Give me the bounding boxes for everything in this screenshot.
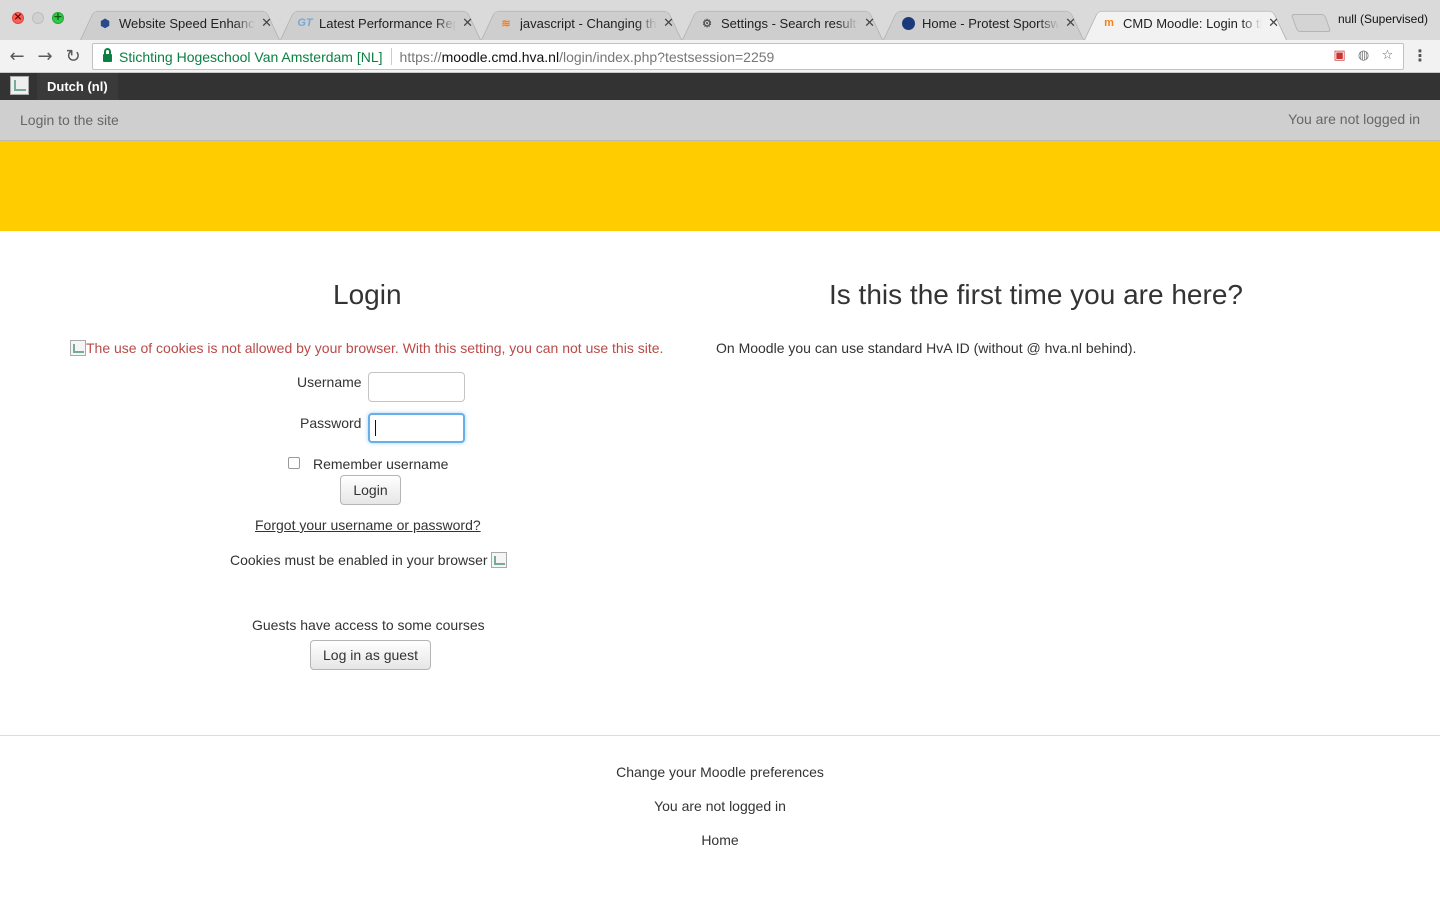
remember-username-label[interactable]: Remember username [313,456,448,472]
close-tab-icon[interactable]: ✕ [663,16,674,31]
profile-label[interactable]: null (Supervised) [1338,12,1428,26]
protest-icon [901,16,915,30]
browser-menu-icon[interactable]: ⋮ [1412,46,1428,65]
moodle-icon: m [1104,17,1114,29]
bookmark-star-icon[interactable]: ☆ [1380,48,1395,63]
first-time-title: Is this the first time you are here? [829,279,1243,310]
forward-arrow-icon[interactable]: → [34,45,56,67]
browser-tab[interactable]: ≋ javascript - Changing the ✕ [481,6,682,40]
close-tab-icon[interactable]: ✕ [1268,16,1279,31]
browser-tab[interactable]: GT Latest Performance Report ✕ [280,6,481,40]
guest-note: Guests have access to some courses [252,617,485,633]
url-host: moodle.cmd.hva.nl [441,48,560,65]
forgot-password-link[interactable]: Forgot your username or password? [255,517,481,533]
login-title: Login [333,279,402,310]
language-menu[interactable]: Dutch (nl) [37,73,118,100]
close-tab-icon[interactable]: ✕ [1065,16,1076,31]
address-bar[interactable]: Stichting Hogeschool Van Amsterdam [NL] … [92,43,1404,70]
footer-login-status: You are not logged in [654,798,786,814]
browser-tab-strip: × + ⬢ Website Speed Enhancement ✕ GT Lat… [0,0,1440,40]
site-logo-image[interactable] [10,76,29,95]
text-caret [375,420,376,436]
site-navbar: Dutch (nl) [0,73,1440,100]
breadcrumb: Login to the site [20,112,119,128]
username-label: Username [297,374,362,390]
reload-icon[interactable]: ↻ [62,45,84,67]
username-input[interactable] [368,372,465,402]
page-header: Login to the site You are not logged in [0,100,1440,141]
cookies-note: Cookies must be enabled in your browser [230,552,507,568]
browser-tab[interactable]: Home - Protest Sportswear ✕ [883,6,1084,40]
home-link[interactable]: Home [0,832,1440,848]
cube-icon: ⬢ [100,17,110,30]
close-tab-icon[interactable]: ✕ [864,16,875,31]
password-label: Password [300,415,362,431]
minimize-window-button[interactable] [32,12,44,24]
ev-certificate-label[interactable]: Stichting Hogeschool Van Amsterdam [NL] [119,49,383,65]
remember-username-checkbox[interactable] [288,457,300,469]
password-input[interactable] [368,413,465,443]
browser-tab[interactable]: ⚙ Settings - Search results ✕ [682,6,883,40]
divider [390,48,392,65]
cookies-note-text: Cookies must be enabled in your browser [230,552,488,568]
page-footer: Change your Moodle preferences You are n… [0,735,1440,900]
close-tab-icon[interactable]: ✕ [462,16,473,31]
browser-tab[interactable]: ⬢ Website Speed Enhancement ✕ [80,6,280,40]
url-scheme: https:// [399,48,442,65]
lock-icon [103,48,112,62]
blocked-cookies-icon[interactable]: ◍ [1356,48,1371,63]
new-tab-button[interactable] [1290,14,1332,32]
cookie-warning: The use of cookies is not allowed by you… [70,340,663,356]
fullscreen-window-button[interactable]: + [52,10,64,24]
login-button[interactable]: Login [340,475,401,505]
login-status: You are not logged in [1288,111,1420,127]
stackoverflow-icon: ≋ [501,17,511,30]
browser-tab-active[interactable]: m CMD Moodle: Login to the site ✕ [1084,6,1287,40]
browser-toolbar: ← → ↻ Stichting Hogeschool Van Amsterdam… [0,40,1440,73]
gear-icon: ⚙ [702,17,712,30]
gt-icon: GT [297,17,313,29]
help-icon[interactable] [490,552,507,568]
cookie-warning-text: The use of cookies is not allowed by you… [86,340,664,356]
header-banner [0,141,1440,231]
first-time-text: On Moodle you can use standard HvA ID (w… [716,340,1137,356]
guest-login-button[interactable]: Log in as guest [310,640,431,670]
close-tab-icon[interactable]: ✕ [261,16,272,31]
blocked-content-icon[interactable]: ▣ [1332,48,1347,63]
moodle-preferences-link[interactable]: Change your Moodle preferences [0,764,1440,780]
url-path: /login/index.php?testsession=2259 [559,48,775,65]
warning-icon [70,340,86,356]
back-arrow-icon[interactable]: ← [6,45,28,67]
close-window-button[interactable]: × [12,10,24,24]
